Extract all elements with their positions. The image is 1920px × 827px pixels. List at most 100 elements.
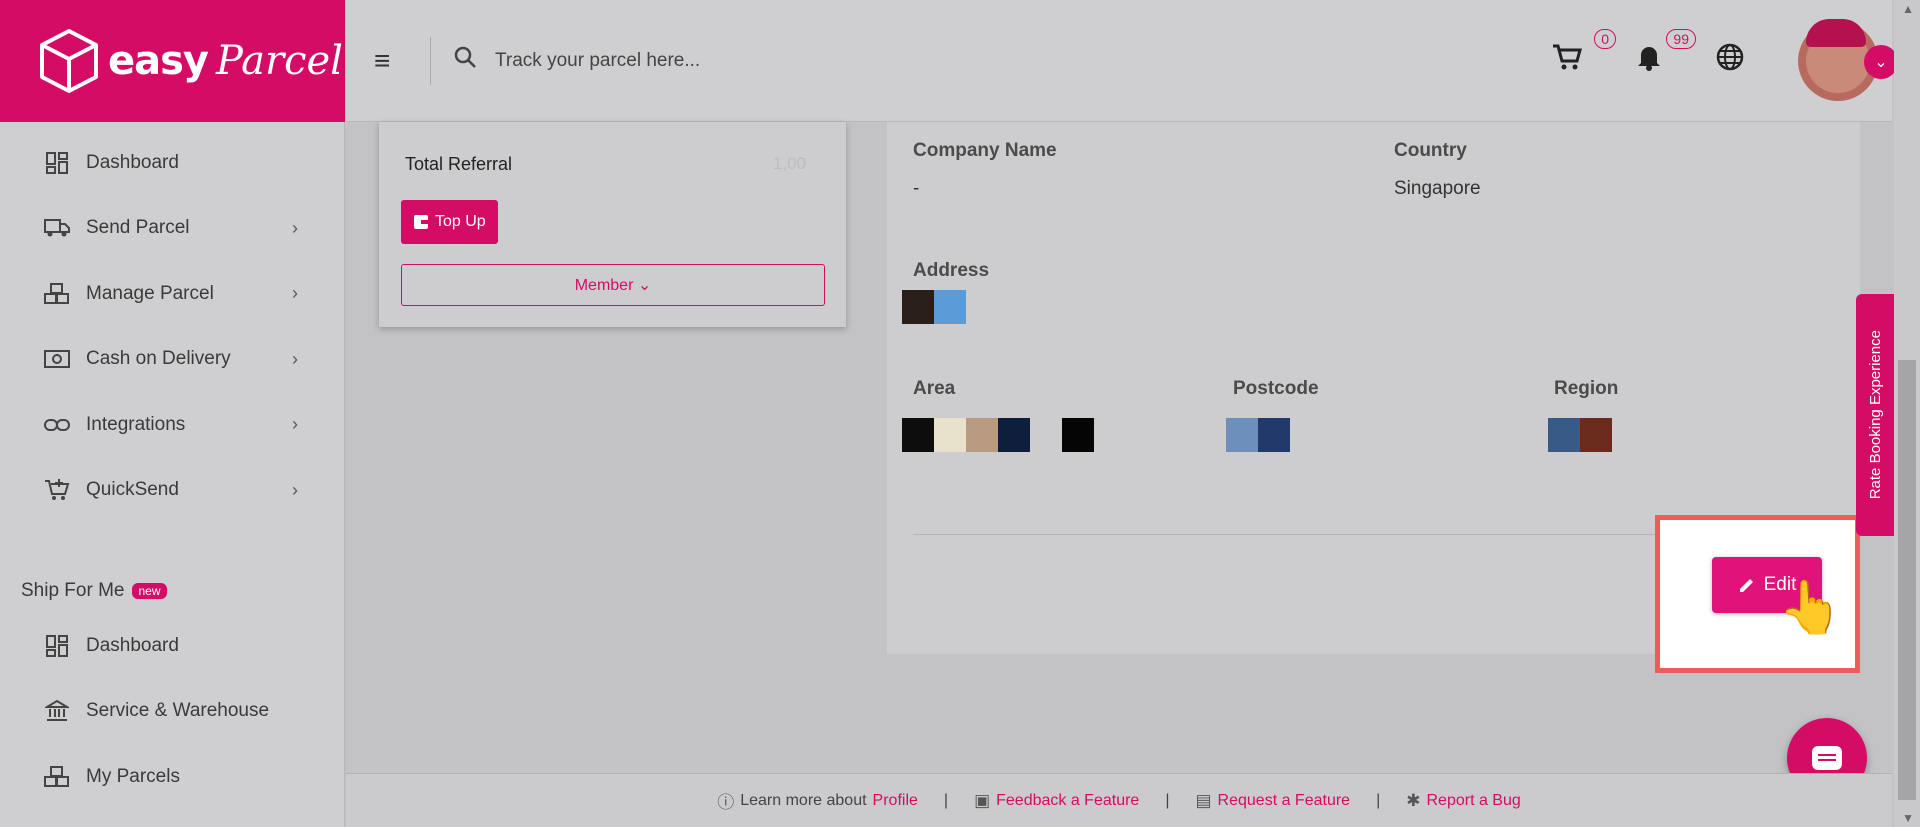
request-item: ▤ Request a Feature [1195,791,1350,811]
sidebar-item-quicksend[interactable]: QuickSend › [0,458,344,524]
sidebar-item-label: Dashboard [86,151,179,173]
section-title-text: Ship For Me [21,580,125,601]
scroll-down-arrow-icon[interactable]: ▼ [1902,811,1914,825]
sidebar-item-dashboard[interactable]: Dashboard [0,130,344,196]
cart-count-badge: 0 [1594,29,1616,49]
message-icon: ▤ [1195,790,1212,810]
bank-icon [44,698,70,724]
hand-cursor-icon: 👆 [1778,579,1843,637]
link-icon [44,412,70,438]
sidebar-item-service-warehouse[interactable]: Service & Warehouse [0,679,344,745]
help-circle-icon: ⓘ [717,793,735,812]
feedback-icon: ▣ [974,790,991,810]
pencil-icon [1739,579,1753,592]
address-label: Address [913,260,990,281]
logo[interactable]: easy Parcel [0,0,345,122]
scrollbar-thumb[interactable] [1898,360,1916,800]
feedback-item: ▣ Feedback a Feature [974,791,1139,811]
learn-more-text: Learn more about [740,791,867,809]
truck-icon [44,215,70,241]
scroll-up-arrow-icon[interactable]: ▲ [1902,2,1914,16]
company-name-label: Company Name [913,140,1057,161]
footer-separator: | [1376,791,1381,809]
area-value-redacted [902,418,1094,452]
divider [430,36,431,85]
top-up-button[interactable]: Top Up [401,200,498,244]
chevron-down-icon[interactable]: ⌄ [1864,44,1898,79]
scrollbar[interactable]: ▲ ▼ [1894,0,1920,827]
boxes-icon [44,764,70,790]
footer-separator: | [1165,791,1170,809]
footer-separator: | [943,791,949,809]
search-icon [453,45,477,76]
sidebar-item-manage-parcel[interactable]: Manage Parcel › [0,261,344,327]
sidebar: easy Parcel Dashboard Send Parcel › Mana… [0,0,345,827]
total-referral-value: 1,00 [772,154,806,173]
language-button[interactable] [1716,43,1744,78]
avatar-hat [1806,18,1866,47]
postcode-label: Postcode [1233,378,1319,399]
logo-text: easy [108,38,209,84]
sidebar-item-label: Send Parcel [86,217,190,239]
sidebar-item-my-parcels[interactable]: My Parcels [0,744,344,810]
notification-count-badge: 99 [1666,29,1696,49]
country-label: Country [1394,140,1467,161]
bug-icon: ✱ [1406,790,1421,810]
sidebar-item-label: Integrations [86,413,186,435]
sidebar-item-label: Dashboard [86,634,179,656]
hamburger-menu-icon[interactable]: ≡ [374,45,402,77]
sidebar-item-integrations[interactable]: Integrations › [0,392,344,458]
footer: ⓘ Learn more about Profile | ▣ Feedback … [346,773,1892,827]
total-referral-label: Total Referral [405,154,513,174]
region-label: Region [1554,378,1619,399]
sidebar-item-label: My Parcels [86,765,180,787]
member-dropdown-button[interactable]: Member ⌄ [401,264,825,306]
sidebar-item-sfm-dashboard[interactable]: Dashboard [0,613,344,679]
ship-for-me-heading: Ship For Me new [0,571,344,611]
feedback-link[interactable]: Feedback a Feature [996,792,1139,810]
chevron-right-icon: › [292,414,298,435]
chevron-down-icon: ⌄ [637,277,652,294]
rate-tab-label: Rate Booking Experience [1866,330,1884,500]
sidebar-item-label: QuickSend [86,479,179,501]
request-link[interactable]: Request a Feature [1218,792,1351,810]
chevron-right-icon: › [292,348,298,369]
bug-item: ✱ Report a Bug [1406,791,1521,811]
bell-icon [1638,47,1660,71]
dashboard-icon [44,150,70,176]
track-parcel-search-input[interactable] [495,49,1095,72]
avatar[interactable]: ⌄ [1798,18,1898,101]
ship-for-me-nav: Dashboard Service & Warehouse My Parcels [0,613,344,810]
cash-icon [44,346,70,372]
report-bug-link[interactable]: Report a Bug [1426,792,1520,810]
top-up-label: Top Up [435,213,486,230]
country-value: Singapore [1394,178,1481,199]
notifications-button[interactable]: 99 [1636,29,1696,78]
chevron-right-icon: › [292,479,298,500]
sidebar-item-cash-on-delivery[interactable]: Cash on Delivery › [0,327,344,393]
learn-more-item: ⓘ Learn more about Profile [717,788,918,813]
chevron-right-icon: › [292,283,298,304]
member-label: Member [574,277,634,294]
wallet-icon [414,215,428,229]
company-name-value: - [913,178,920,199]
chevron-right-icon: › [292,217,298,238]
area-label: Area [913,378,956,399]
cart-button[interactable]: 0 [1552,29,1616,78]
top-actions: 0 99 ⌄ [1552,18,1898,101]
sidebar-item-label: Cash on Delivery [86,348,231,370]
sidebar-item-label: Service & Warehouse [86,700,270,722]
dashboard-icon [44,633,70,659]
postcode-value-redacted [1226,418,1290,452]
boxes-icon [44,281,70,307]
profile-link[interactable]: Profile [873,792,918,810]
sidebar-item-send-parcel[interactable]: Send Parcel › [0,196,344,262]
globe-icon [1716,43,1744,71]
main-nav: Dashboard Send Parcel › Manage Parcel › … [0,122,344,523]
cart-plus-icon [44,477,70,503]
wallet-card: Total Referral 1,00 Top Up Member ⌄ [379,122,846,327]
new-badge: new [132,583,167,599]
rate-booking-experience-tab[interactable]: Rate Booking Experience [1856,294,1894,536]
address-value-redacted [902,290,966,324]
top-bar: ≡ 0 99 ⌄ [346,0,1898,122]
